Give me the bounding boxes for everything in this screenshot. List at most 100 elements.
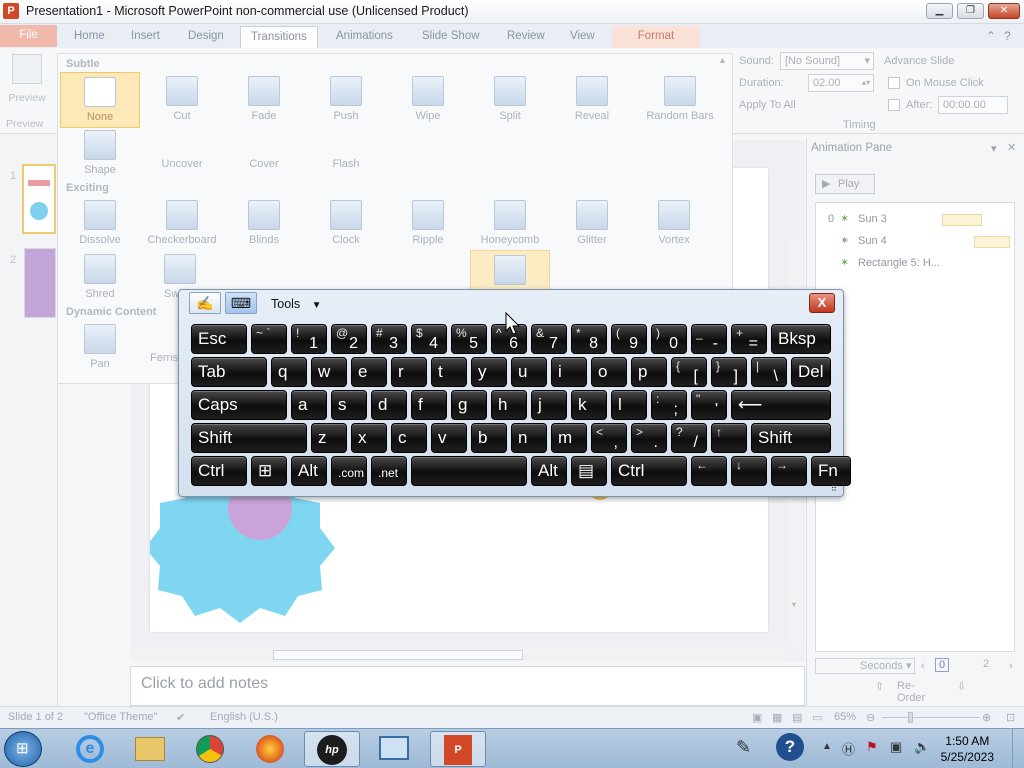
slide-thumbnail-1[interactable]	[22, 164, 56, 234]
taskbar-chrome[interactable]	[182, 731, 238, 767]
apply-to-all-button[interactable]: Apply To All	[739, 99, 796, 111]
seconds-dropdown[interactable]: Seconds ▾	[815, 658, 915, 674]
timeline-right-icon[interactable]: ›	[1009, 660, 1013, 672]
taskbar-hp-app[interactable]: hp	[304, 731, 360, 767]
key-2-11[interactable]: " '	[691, 390, 727, 420]
minimize-ribbon-icon[interactable]: ⌃	[986, 29, 996, 43]
transition-vortex[interactable]: Vortex	[634, 196, 714, 252]
help-icon[interactable]: ?	[1004, 29, 1011, 43]
key-1-13[interactable]: | \	[751, 357, 787, 387]
transition-reveal[interactable]: Reveal	[552, 72, 632, 128]
key-1-8[interactable]: i	[551, 357, 587, 387]
zoom-slider-thumb[interactable]	[908, 712, 913, 723]
slide-thumbnail-2[interactable]	[24, 248, 56, 318]
key-4-1[interactable]: ⊞	[251, 456, 287, 486]
key-0-11[interactable]: ) 0	[651, 324, 687, 354]
gallery-scroll-up-icon[interactable]: ▲	[718, 55, 727, 65]
transition-shape[interactable]: Shape	[60, 126, 140, 182]
zoom-level[interactable]: 65%	[834, 711, 856, 723]
key-3-10[interactable]: ? /	[671, 423, 707, 453]
key-2-12[interactable]: ⟵	[731, 390, 831, 420]
transition-switch[interactable]: Sw	[142, 250, 196, 306]
key-0-4[interactable]: #3	[371, 324, 407, 354]
transition-ferris[interactable]: Ferris	[142, 352, 182, 372]
key-3-0[interactable]: Shift	[191, 423, 307, 453]
key-0-9[interactable]: * 8	[571, 324, 607, 354]
horizontal-scroll-thumb[interactable]	[273, 650, 523, 660]
keyboard-icon[interactable]: ⌨	[225, 292, 257, 314]
transition-dissolve[interactable]: Dissolve	[60, 196, 140, 252]
osk-tools-menu[interactable]: Tools ▼	[271, 297, 322, 311]
key-3-8[interactable]: <,	[591, 423, 627, 453]
key-3-2[interactable]: x	[351, 423, 387, 453]
transition-none[interactable]: None	[60, 72, 140, 128]
key-3-6[interactable]: n	[511, 423, 547, 453]
key-3-12[interactable]: Shift	[751, 423, 831, 453]
transition-split[interactable]: Split	[470, 72, 550, 128]
key-1-12[interactable]: }]	[711, 357, 747, 387]
sound-dropdown[interactable]: [No Sound] ▾	[780, 52, 874, 70]
key-4-12[interactable]: Fn	[811, 456, 851, 486]
tab-view[interactable]: View	[560, 26, 605, 48]
key-1-4[interactable]: r	[391, 357, 427, 387]
animation-item[interactable]: ✶ Sun 4	[816, 231, 1012, 251]
key-1-6[interactable]: y	[471, 357, 507, 387]
slide-show-icon[interactable]: ▭	[812, 711, 822, 724]
tab-review[interactable]: Review	[497, 26, 555, 48]
tab-insert[interactable]: Insert	[121, 26, 170, 48]
zoom-in-icon[interactable]: ⊕	[982, 711, 991, 724]
key-2-8[interactable]: k	[571, 390, 607, 420]
key-4-11[interactable]: →	[771, 456, 807, 486]
start-button[interactable]: ⊞	[4, 731, 42, 767]
key-0-14[interactable]: Bksp	[771, 324, 831, 354]
help-support-icon[interactable]: ?	[776, 733, 804, 761]
transition-random-bars[interactable]: Random Bars	[634, 72, 726, 128]
transition-uncover[interactable]: Uncover	[142, 142, 222, 172]
key-0-13[interactable]: + =	[731, 324, 767, 354]
taskbar-powerpoint[interactable]: P	[430, 731, 486, 767]
move-up-icon[interactable]: ⇧	[875, 680, 884, 693]
taskbar-internet-explorer[interactable]: e	[62, 731, 118, 767]
key-1-14[interactable]: Del	[791, 357, 831, 387]
key-0-0[interactable]: Esc	[191, 324, 247, 354]
transition-checkerboard[interactable]: Checkerboard	[142, 196, 222, 252]
key-2-10[interactable]: :;	[651, 390, 687, 420]
key-1-3[interactable]: e	[351, 357, 387, 387]
transition-push[interactable]: Push	[306, 72, 386, 128]
after-checkbox[interactable]	[888, 99, 900, 111]
key-1-7[interactable]: u	[511, 357, 547, 387]
key-0-12[interactable]: _ -	[691, 324, 727, 354]
hp-tray-icon[interactable]: Ⓗ	[842, 739, 855, 758]
key-0-2[interactable]: ! 1	[291, 324, 327, 354]
pane-options-icon[interactable]: ▾	[991, 142, 997, 155]
horizontal-scrollbar[interactable]	[131, 648, 785, 662]
key-4-0[interactable]: Ctrl	[191, 456, 247, 486]
key-3-3[interactable]: c	[391, 423, 427, 453]
key-4-10[interactable]: ↓	[731, 456, 767, 486]
action-center-icon[interactable]: ⚑	[866, 739, 878, 755]
key-3-11[interactable]: ↑	[711, 423, 747, 453]
key-1-10[interactable]: p	[631, 357, 667, 387]
key-4-8[interactable]: Ctrl	[611, 456, 687, 486]
animation-item[interactable]: ✶ Rectangle 5: H...	[816, 253, 1012, 273]
transition-shred[interactable]: Shred	[60, 250, 140, 306]
key-3-7[interactable]: m	[551, 423, 587, 453]
transition-cover[interactable]: Cover	[224, 142, 304, 172]
key-3-5[interactable]: b	[471, 423, 507, 453]
tab-design[interactable]: Design	[178, 26, 234, 48]
key-0-5[interactable]: $4	[411, 324, 447, 354]
key-3-4[interactable]: v	[431, 423, 467, 453]
timeline-bar[interactable]	[942, 214, 982, 226]
volume-icon[interactable]: 🔈	[914, 739, 930, 755]
key-0-10[interactable]: (9	[611, 324, 647, 354]
key-0-1[interactable]: ~ `	[251, 324, 287, 354]
show-desktop-button[interactable]	[1012, 729, 1024, 768]
key-4-7[interactable]: ▤	[571, 456, 607, 486]
duration-spinner[interactable]: 02.00 ▴▾	[808, 74, 874, 92]
taskbar-file-explorer[interactable]	[122, 731, 178, 767]
key-4-3[interactable]: .com	[331, 456, 367, 486]
transition-glitter[interactable]: Glitter	[552, 196, 632, 252]
key-3-1[interactable]: z	[311, 423, 347, 453]
taskbar-firefox[interactable]	[242, 731, 298, 767]
key-1-5[interactable]: t	[431, 357, 467, 387]
